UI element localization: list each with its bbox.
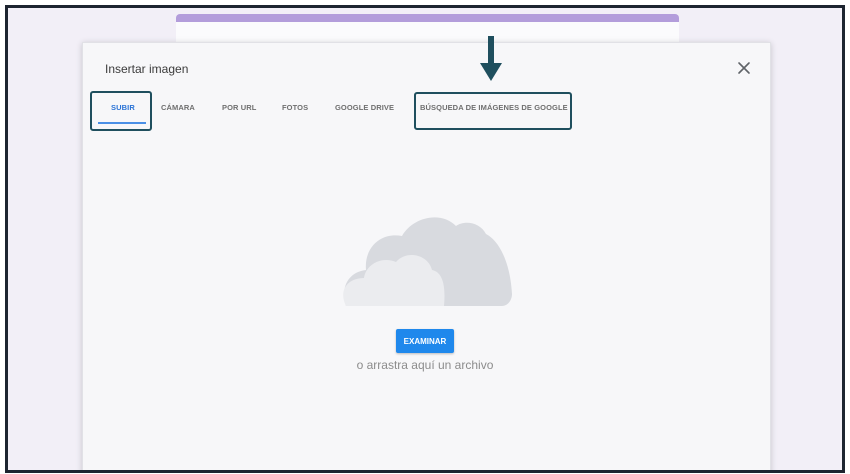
form-header-bar [176, 14, 679, 22]
dialog-title: Insertar imagen [105, 62, 189, 76]
close-icon[interactable] [736, 60, 752, 76]
insert-image-dialog: Insertar imagen SUBIR CÁMARA POR URL FOT… [82, 36, 771, 470]
browse-button[interactable]: EXAMINAR [396, 329, 454, 353]
cloud-icon [343, 217, 512, 306]
screenshot-frame: Insertar imagen SUBIR CÁMARA POR URL FOT… [5, 5, 845, 473]
tab-camera[interactable]: CÁMARA [161, 103, 195, 112]
tab-by-url[interactable]: POR URL [222, 103, 256, 112]
down-arrow-icon [480, 36, 502, 81]
highlight-box-upload-tab [90, 91, 152, 131]
tab-google-drive[interactable]: GOOGLE DRIVE [335, 103, 394, 112]
highlight-box-image-search-tab [414, 92, 572, 130]
drop-hint: o arrastra aquí un archivo [356, 358, 494, 372]
tab-photos[interactable]: FOTOS [282, 103, 308, 112]
